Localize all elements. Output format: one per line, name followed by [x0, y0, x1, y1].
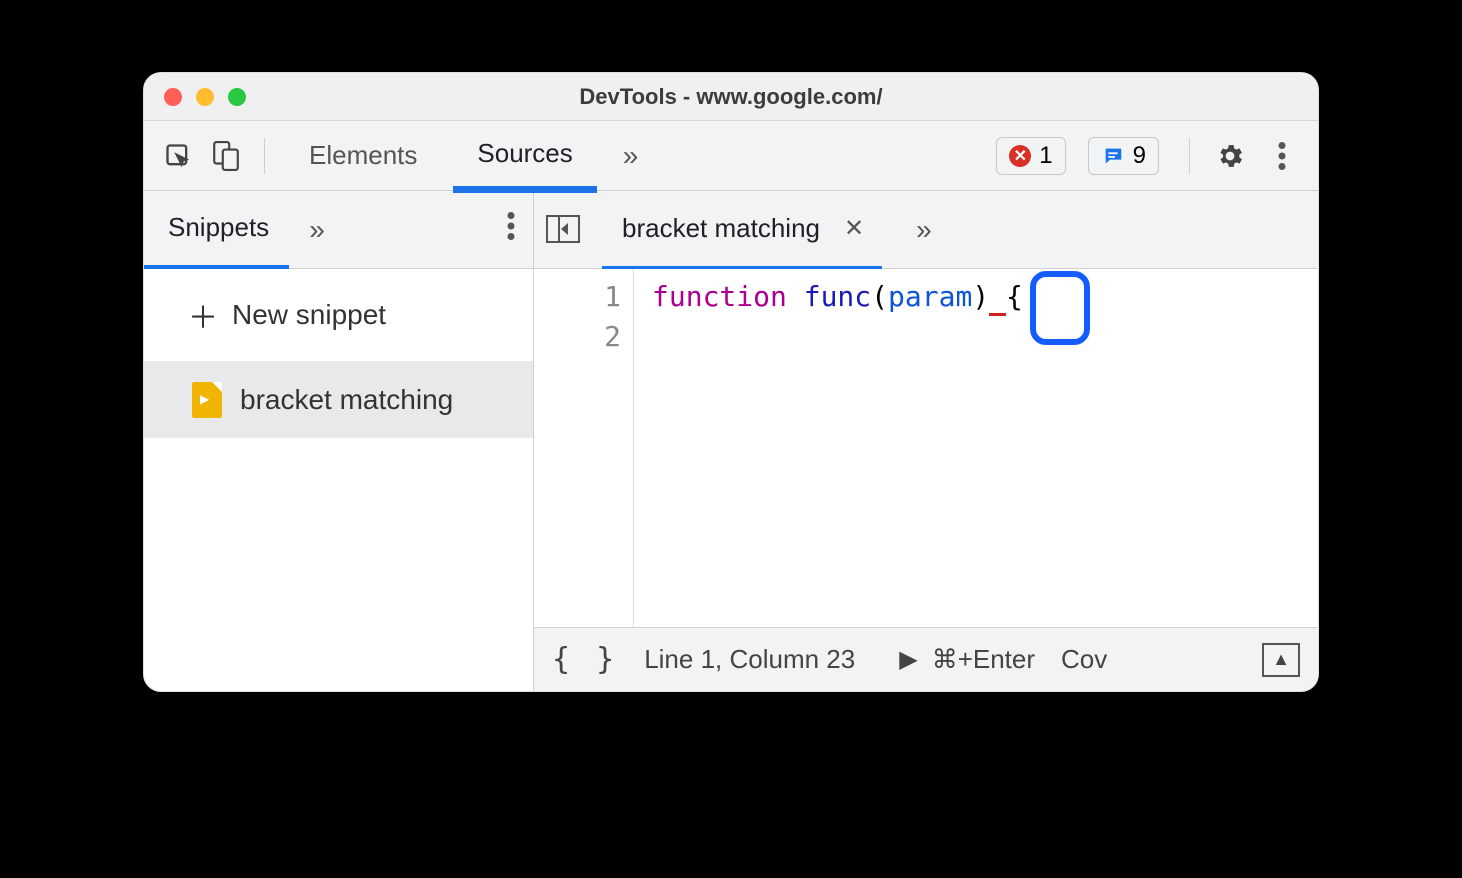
- sidebar-overflow-icon[interactable]: »: [289, 214, 345, 246]
- traffic-lights: [144, 88, 246, 106]
- close-tab-icon[interactable]: ✕: [838, 214, 870, 243]
- error-icon: ✕: [1009, 145, 1031, 167]
- inspect-icon[interactable]: [160, 138, 196, 174]
- devtools-window: DevTools - www.google.com/ Elements Sour…: [143, 72, 1319, 692]
- message-icon: [1101, 145, 1125, 167]
- toggle-navigator-icon[interactable]: [546, 215, 582, 245]
- sidebar-more-icon[interactable]: [507, 212, 533, 248]
- code-line-1: function func(param) {: [652, 277, 1318, 317]
- panel-body: Snippets » ＋ New snippet bracket matchin…: [144, 191, 1318, 691]
- coverage-label[interactable]: Cov: [1061, 644, 1107, 675]
- token-paren-open: (: [871, 280, 888, 313]
- errors-badge[interactable]: ✕ 1: [996, 137, 1065, 175]
- token-brace: {: [1006, 280, 1023, 313]
- snippet-file-item[interactable]: bracket matching: [144, 362, 533, 438]
- tab-snippets[interactable]: Snippets: [144, 191, 289, 269]
- gutter: 1 2: [534, 269, 634, 627]
- tab-elements[interactable]: Elements: [285, 120, 441, 191]
- tab-sources[interactable]: Sources: [453, 118, 596, 193]
- editor-tabs-overflow-icon[interactable]: »: [902, 214, 946, 246]
- plus-icon: ＋: [188, 293, 218, 337]
- messages-badge[interactable]: 9: [1088, 137, 1159, 175]
- errors-count: 1: [1039, 142, 1052, 170]
- sidebar-empty: [144, 438, 533, 691]
- settings-icon[interactable]: [1210, 141, 1250, 171]
- editor-pane: bracket matching ✕ » 1 2 function func(p…: [534, 191, 1318, 691]
- line-number: 1: [534, 277, 621, 317]
- code-content[interactable]: function func(param) {: [634, 269, 1318, 627]
- code-editor[interactable]: 1 2 function func(param) {: [534, 269, 1318, 627]
- close-window-icon[interactable]: [164, 88, 182, 106]
- zoom-window-icon[interactable]: [228, 88, 246, 106]
- run-snippet-button[interactable]: ▶ ⌘+Enter: [899, 644, 1035, 675]
- main-toolbar: Elements Sources » ✕ 1 9: [144, 121, 1318, 191]
- messages-count: 9: [1133, 142, 1146, 170]
- sidebar-tabs: Snippets »: [144, 191, 533, 269]
- editor-tab-label: bracket matching: [622, 213, 820, 244]
- run-shortcut-label: ⌘+Enter: [932, 644, 1035, 675]
- window-title: DevTools - www.google.com/: [144, 84, 1318, 110]
- minimize-window-icon[interactable]: [196, 88, 214, 106]
- device-toggle-icon[interactable]: [208, 138, 244, 174]
- tabs-overflow-icon[interactable]: »: [609, 140, 653, 172]
- editor-statusbar: { } Line 1, Column 23 ▶ ⌘+Enter Cov ▲: [534, 627, 1318, 691]
- editor-tab[interactable]: bracket matching ✕: [602, 191, 882, 270]
- separator: [264, 138, 265, 174]
- navigator-sidebar: Snippets » ＋ New snippet bracket matchin…: [144, 191, 534, 691]
- token-function-name: func: [804, 280, 871, 313]
- snippet-file-icon: [192, 382, 222, 418]
- cursor-position: Line 1, Column 23: [644, 644, 855, 675]
- separator: [1189, 138, 1190, 174]
- show-drawer-icon[interactable]: ▲: [1262, 643, 1300, 677]
- pretty-print-icon[interactable]: { }: [552, 642, 618, 677]
- editor-tabbar: bracket matching ✕ »: [534, 191, 1318, 269]
- play-icon: ▶: [899, 645, 917, 674]
- token-space-underlined: [989, 280, 1006, 316]
- new-snippet-label: New snippet: [232, 299, 386, 331]
- token-param: param: [888, 280, 972, 313]
- titlebar: DevTools - www.google.com/: [144, 73, 1318, 121]
- line-number: 2: [534, 317, 621, 357]
- more-icon[interactable]: [1262, 142, 1302, 170]
- token-paren-close: ): [972, 280, 989, 313]
- new-snippet-button[interactable]: ＋ New snippet: [144, 269, 533, 362]
- snippet-file-name: bracket matching: [240, 384, 453, 416]
- token-keyword: function: [652, 280, 787, 313]
